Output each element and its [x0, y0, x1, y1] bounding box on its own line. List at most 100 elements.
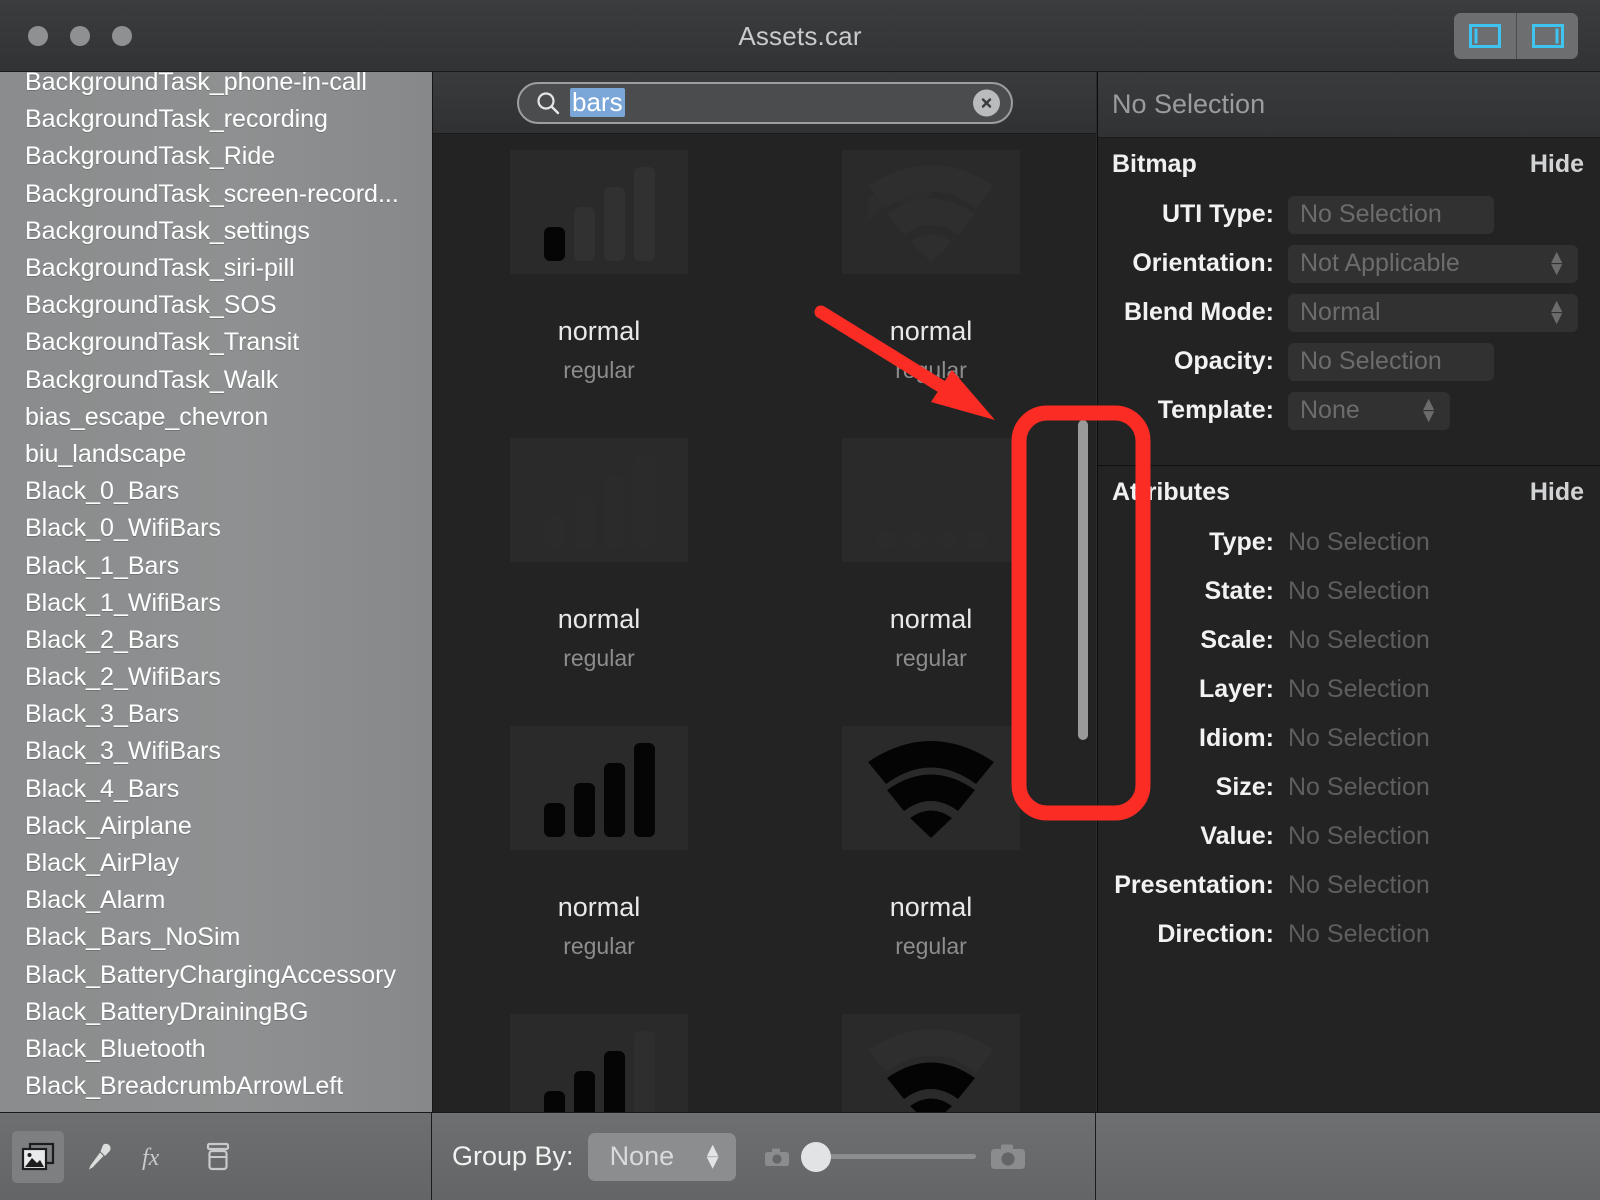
property-row-idiom: Idiom: No Selection	[1098, 714, 1600, 763]
variant-label: normal	[557, 892, 641, 922]
sidebar-item[interactable]: Black_0_WifiBars	[0, 510, 432, 547]
variant-sublabel: regular	[895, 357, 967, 383]
variant-thumbnail	[510, 1014, 688, 1112]
fx-button[interactable]: fx	[132, 1131, 184, 1183]
zoom-slider-group	[764, 1141, 1026, 1172]
sidebar-item[interactable]: BackgroundTask_Transit	[0, 324, 432, 361]
sidebar-item[interactable]: Black_Airplane	[0, 808, 432, 845]
inspector-header: No Selection	[1098, 72, 1600, 138]
sidebar-item[interactable]: Black_BatteryChargingAccessory	[0, 957, 432, 994]
right-panel-icon	[1531, 24, 1564, 48]
toggle-left-sidebar-button[interactable]	[1454, 13, 1516, 59]
blend-mode-popup[interactable]: Normal ▲ ▼	[1288, 293, 1578, 332]
canister-button[interactable]	[192, 1131, 244, 1183]
sidebar-item[interactable]: Black_3_WifiBars	[0, 733, 432, 770]
sidebar-item[interactable]: Black_1_Bars	[0, 547, 432, 584]
sidebar-item[interactable]: BackgroundTask_siri-pill	[0, 250, 432, 287]
section-hide-button[interactable]: Hide	[1530, 150, 1584, 179]
property-label: Scale:	[1200, 626, 1274, 654]
variant-thumbnail	[842, 726, 1020, 850]
bottom-group-by-area: Group By: None ▲ ▼	[432, 1112, 1096, 1200]
sidebar-item[interactable]: BackgroundTask_screen-record...	[0, 176, 432, 213]
property-label: Blend Mode:	[1124, 298, 1274, 326]
variant-sublabel: regular	[563, 933, 635, 959]
eyedropper-button[interactable]	[72, 1131, 124, 1183]
property-row-blend-mode: Blend Mode: Normal ▲ ▼	[1098, 288, 1600, 337]
property-value: No Selection	[1288, 626, 1430, 654]
sidebar-item[interactable]: Black_Bars_NoSim	[0, 919, 432, 956]
canister-icon	[206, 1142, 230, 1170]
sidebar-item[interactable]: Black_Alarm	[0, 882, 432, 919]
grid-row: normal regular normal regular	[433, 422, 1096, 710]
search-bar: bars	[433, 72, 1096, 134]
zoom-slider-thumb[interactable]	[800, 1141, 831, 1172]
property-row-layer: Layer: No Selection	[1098, 665, 1600, 714]
scrollbar-thumb[interactable]	[1078, 420, 1088, 740]
bottom-tool-group: fx	[0, 1112, 432, 1200]
sidebar-item[interactable]: Black_BreadcrumbArrowLeft	[0, 1068, 432, 1105]
search-field[interactable]: bars	[517, 81, 1013, 124]
sidebar-item[interactable]: Black_AirPlay	[0, 845, 432, 882]
signal-bars-stub-icon	[875, 531, 987, 549]
variant-cell[interactable]: normal regular	[433, 710, 765, 998]
section-hide-button[interactable]: Hide	[1530, 478, 1584, 507]
zoom-slider[interactable]	[800, 1141, 976, 1172]
variant-cell[interactable]: normal regular	[765, 710, 1096, 998]
sidebar-item[interactable]: biu_landscape	[0, 436, 432, 473]
sidebar-item[interactable]: Black_2_Bars	[0, 622, 432, 659]
image-asset-button[interactable]	[12, 1130, 64, 1183]
property-row-presentation: Presentation: No Selection	[1098, 861, 1600, 910]
window-title: Assets.car	[738, 20, 862, 51]
main-content-scrollbar[interactable]	[1078, 150, 1088, 1050]
sidebar-item[interactable]: BackgroundTask_Ride	[0, 138, 432, 175]
variant-thumbnail	[510, 438, 688, 562]
opacity-value[interactable]: No Selection	[1288, 342, 1494, 381]
search-input-value[interactable]: bars	[570, 87, 625, 118]
sidebar-item[interactable]: Black_BatteryDrainingBG	[0, 994, 432, 1031]
property-label: Type:	[1209, 528, 1274, 556]
variant-label: normal	[889, 892, 973, 922]
property-row-value: Value: No Selection	[1098, 812, 1600, 861]
property-row-type: Type: No Selection	[1098, 518, 1600, 567]
sidebar-item[interactable]: bias_escape_chevron	[0, 399, 432, 436]
property-row-direction: Direction: No Selection	[1098, 910, 1600, 959]
variant-thumbnail	[510, 726, 688, 850]
camera-large-icon	[990, 1144, 1025, 1169]
toggle-right-inspector-button[interactable]	[1516, 13, 1578, 59]
sidebar-item[interactable]: BackgroundTask_phone-in-call	[0, 72, 432, 101]
signal-bars-icon	[543, 455, 655, 549]
sidebar-item[interactable]: BackgroundTask_Walk	[0, 362, 432, 399]
sidebar-item[interactable]: Black_Bluetooth	[0, 1031, 432, 1068]
variant-cell[interactable]: normal regular	[765, 134, 1096, 422]
variant-cell[interactable]	[433, 998, 765, 1112]
property-value: No Selection	[1288, 822, 1430, 850]
chevron-updown-icon: ▲ ▼	[702, 1139, 723, 1174]
property-value: No Selection	[1288, 577, 1430, 605]
template-popup[interactable]: None ▲ ▼	[1288, 391, 1450, 430]
sidebar-item[interactable]: Black_2_WifiBars	[0, 659, 432, 696]
asset-list-sidebar[interactable]: BackgroundTask_phone-in-call BackgroundTa…	[0, 72, 432, 1112]
group-by-popup[interactable]: None ▲ ▼	[587, 1132, 736, 1181]
section-title: Attributes	[1112, 477, 1231, 506]
variant-cell[interactable]	[765, 998, 1096, 1112]
asset-catalog-window: Assets.car BackgroundTask_phone-in-call B…	[0, 0, 1600, 1200]
property-row-orientation: Orientation: Not Applicable ▲ ▼	[1098, 239, 1600, 288]
variant-label: normal	[557, 316, 641, 346]
sidebar-item[interactable]: Black_0_Bars	[0, 473, 432, 510]
search-clear-button[interactable]	[973, 89, 1000, 116]
sidebar-item[interactable]: Black_1_WifiBars	[0, 585, 432, 622]
variant-thumbnail	[842, 150, 1020, 274]
section-header-attributes: Attributes Hide	[1098, 466, 1600, 518]
svg-text:fx: fx	[142, 1145, 160, 1171]
sidebar-item[interactable]: BackgroundTask_settings	[0, 213, 432, 250]
sidebar-item[interactable]: Black_3_Bars	[0, 696, 432, 733]
variant-cell[interactable]: normal regular	[433, 422, 765, 710]
sidebar-item[interactable]: BackgroundTask_SOS	[0, 287, 432, 324]
signal-bars-icon	[543, 1031, 655, 1112]
variant-cell[interactable]: normal regular	[765, 422, 1096, 710]
sidebar-item[interactable]: BackgroundTask_recording	[0, 101, 432, 138]
orientation-popup[interactable]: Not Applicable ▲ ▼	[1288, 244, 1578, 283]
sidebar-item[interactable]: Black_4_Bars	[0, 771, 432, 808]
variant-cell[interactable]: normal regular	[433, 134, 765, 422]
uti-type-value[interactable]: No Selection	[1288, 195, 1494, 234]
